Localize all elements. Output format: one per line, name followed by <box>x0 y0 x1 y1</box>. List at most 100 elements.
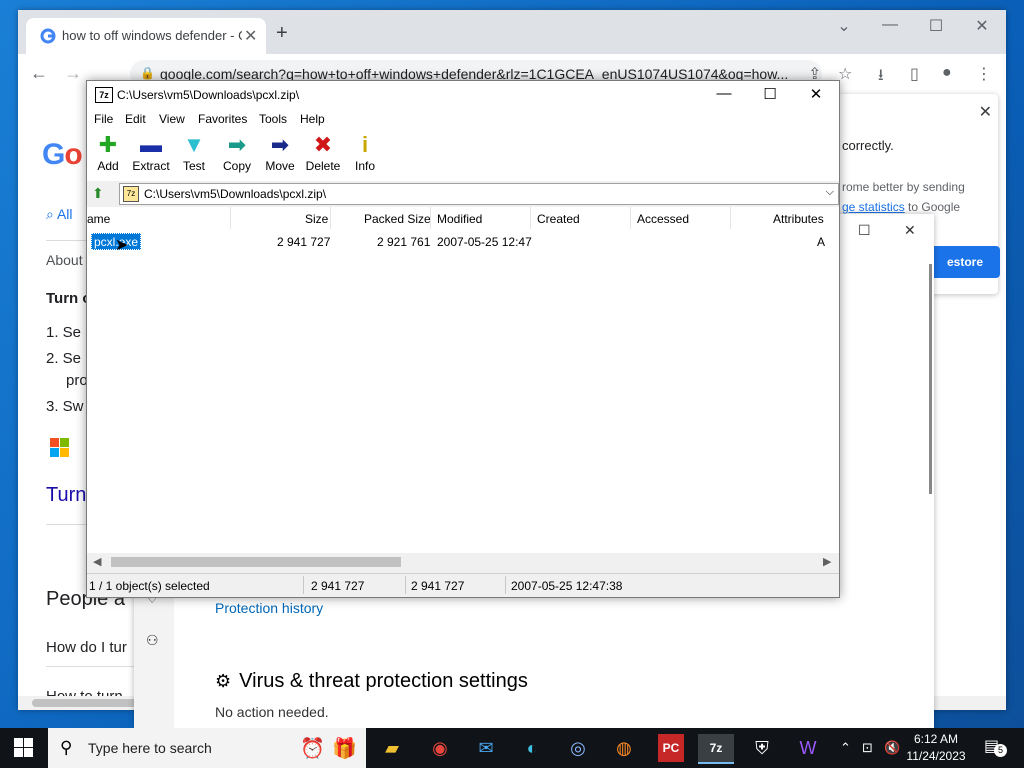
info-button[interactable]: i Info <box>341 133 389 174</box>
question-1[interactable]: How do I tur <box>46 639 127 656</box>
tab-close-icon[interactable]: ✕ <box>244 26 257 46</box>
chevron-up-icon[interactable]: ⌃ <box>840 740 851 756</box>
menu-dots-icon[interactable]: ⋮ <box>976 64 992 84</box>
protection-history-link[interactable]: Protection history <box>215 600 323 616</box>
bookmark-star-icon[interactable]: ☆ <box>838 64 852 84</box>
chrome-tab[interactable]: how to off windows defender - Google Sea… <box>26 18 266 54</box>
menu-tools[interactable]: Tools <box>259 112 287 126</box>
start-windows-icon[interactable] <box>14 738 34 758</box>
extract-button[interactable]: ▬ Extract <box>127 132 175 174</box>
close-icon[interactable]: ✕ <box>962 16 1002 36</box>
divider <box>46 666 136 667</box>
profile-icon[interactable]: ● <box>942 64 952 82</box>
column-modified[interactable]: Modified <box>437 212 482 226</box>
all-tab[interactable]: ⌕ All <box>46 206 73 223</box>
step-3: 3. Sw <box>46 398 84 415</box>
step-2: 2. Se <box>46 350 82 367</box>
address-field[interactable]: 7z C:\Users\vm5\Downloads\pcxl.zip\ ⌵ <box>119 183 839 205</box>
sevenzip-titlebar[interactable]: 7z C:\Users\vm5\Downloads\pcxl.zip\ — ☐ … <box>87 81 839 109</box>
popup-close-icon[interactable]: ✕ <box>979 102 992 122</box>
security-maximize-icon[interactable]: ☐ <box>858 222 871 239</box>
edge-icon[interactable]: ◐ <box>514 734 550 762</box>
scroll-thumb[interactable] <box>111 557 401 567</box>
file-explorer-icon[interactable]: ▰ <box>374 734 410 762</box>
download-icon[interactable]: ⭳ <box>878 64 884 91</box>
notification-count: 5 <box>994 744 1007 757</box>
turn-result-link[interactable]: Turn <box>46 484 86 507</box>
scroll-left-icon[interactable]: ◀ <box>93 555 101 568</box>
usage-statistics-link[interactable]: ge statistics <box>842 200 905 214</box>
column-size[interactable]: Size <box>305 212 328 226</box>
security-shield-icon[interactable]: ⛨ <box>744 734 780 762</box>
menu-view[interactable]: View <box>159 112 185 126</box>
clock-time: 6:12 AM <box>913 732 959 746</box>
close-icon[interactable]: ✕ <box>793 85 839 103</box>
delete-button[interactable]: ✖ Delete <box>299 132 347 174</box>
column-packed-size[interactable]: Packed Size <box>364 212 431 226</box>
google-logo: Go <box>42 138 83 171</box>
firefox-icon[interactable]: ◍ <box>606 734 642 762</box>
menu-favorites[interactable]: Favorites <box>198 112 247 126</box>
extract-icon: ▬ <box>140 132 162 157</box>
family-icon[interactable]: ⚇ <box>146 632 159 649</box>
column-name[interactable]: ame <box>87 212 110 226</box>
menu-edit[interactable]: Edit <box>125 112 146 126</box>
chrome-icon[interactable]: ◉ <box>422 734 458 762</box>
menu-bar: File Edit View Favorites Tools Help <box>87 109 839 129</box>
add-icon: ✚ <box>98 132 118 157</box>
copy-button[interactable]: ➡ Copy <box>213 133 261 174</box>
network-icon[interactable]: ⊡ <box>862 740 873 756</box>
add-button[interactable]: ✚ Add <box>84 132 132 174</box>
column-created[interactable]: Created <box>537 212 580 226</box>
magnifier-app-icon[interactable]: ◎ <box>560 734 596 762</box>
mail-icon[interactable]: ✉ <box>468 734 504 762</box>
forward-icon[interactable]: → <box>64 63 82 84</box>
move-button[interactable]: ➡ Move <box>256 132 304 174</box>
column-separator <box>530 207 531 229</box>
back-icon[interactable]: ← <box>30 63 48 84</box>
move-icon: ➡ <box>270 132 290 157</box>
menu-help[interactable]: Help <box>300 112 325 126</box>
column-attributes[interactable]: Attributes <box>773 212 824 226</box>
test-button[interactable]: ▼ Test <box>170 133 218 174</box>
step-1: 1. Se <box>46 324 82 341</box>
maximize-icon[interactable]: ☐ <box>747 85 793 103</box>
folder-up-icon[interactable]: ⬆ <box>92 185 104 202</box>
alarm-clock-icon[interactable]: ⏰ <box>300 736 325 761</box>
maximize-icon[interactable]: ☐ <box>916 16 956 36</box>
sevenzip-taskbar-icon[interactable]: 7z <box>698 734 734 764</box>
file-list[interactable]: ame Size Packed Size Modified Created Ac… <box>87 207 839 553</box>
mouse-cursor-icon: ➤ <box>115 237 129 254</box>
security-scrollbar[interactable] <box>929 264 932 494</box>
security-close-icon[interactable]: ✕ <box>904 222 916 239</box>
minimize-icon[interactable]: — <box>701 85 747 102</box>
notification-center-icon[interactable]: ▤ 5 <box>984 736 1008 758</box>
about-text: About <box>46 252 83 268</box>
minimize-icon[interactable]: — <box>870 16 910 34</box>
scroll-right-icon[interactable]: ▶ <box>823 555 831 568</box>
gift-icon[interactable]: 🎁 <box>332 736 357 761</box>
new-tab-icon[interactable]: + <box>276 22 288 45</box>
delete-icon: ✖ <box>313 132 333 157</box>
popup-text-3: to Google <box>904 200 961 214</box>
tab-search-icon[interactable]: ⌄ <box>824 16 864 36</box>
clock[interactable]: 6:12 AM 11/24/2023 <box>900 731 972 765</box>
chevron-down-icon[interactable]: ⌵ <box>826 186 834 199</box>
scroll-thumb[interactable] <box>32 699 142 707</box>
popup-text-1: correctly. <box>842 138 894 153</box>
taskbar-search-box[interactable]: ⚲ Type here to search ⏰ 🎁 <box>48 728 366 768</box>
writer-app-icon[interactable]: W <box>790 734 826 762</box>
menu-file[interactable]: File <box>94 112 113 126</box>
chrome-tab-title: how to off windows defender - Google Sea… <box>62 28 242 43</box>
list-horizontal-scrollbar[interactable]: ◀ ▶ <box>87 553 839 571</box>
column-accessed[interactable]: Accessed <box>637 212 689 226</box>
volume-muted-icon[interactable]: 🔇 <box>884 740 900 756</box>
archive-icon: 7z <box>123 186 139 202</box>
pc-app-icon[interactable]: PC <box>658 734 684 762</box>
restore-button[interactable]: estore <box>930 246 1000 278</box>
status-separator <box>505 576 506 594</box>
status-bar: 1 / 1 object(s) selected 2 941 727 2 941… <box>87 573 839 596</box>
step-2-cont: pro <box>66 372 88 389</box>
side-panel-icon[interactable]: ▯ <box>910 64 919 84</box>
sevenzip-window: 7z C:\Users\vm5\Downloads\pcxl.zip\ — ☐ … <box>86 80 840 598</box>
